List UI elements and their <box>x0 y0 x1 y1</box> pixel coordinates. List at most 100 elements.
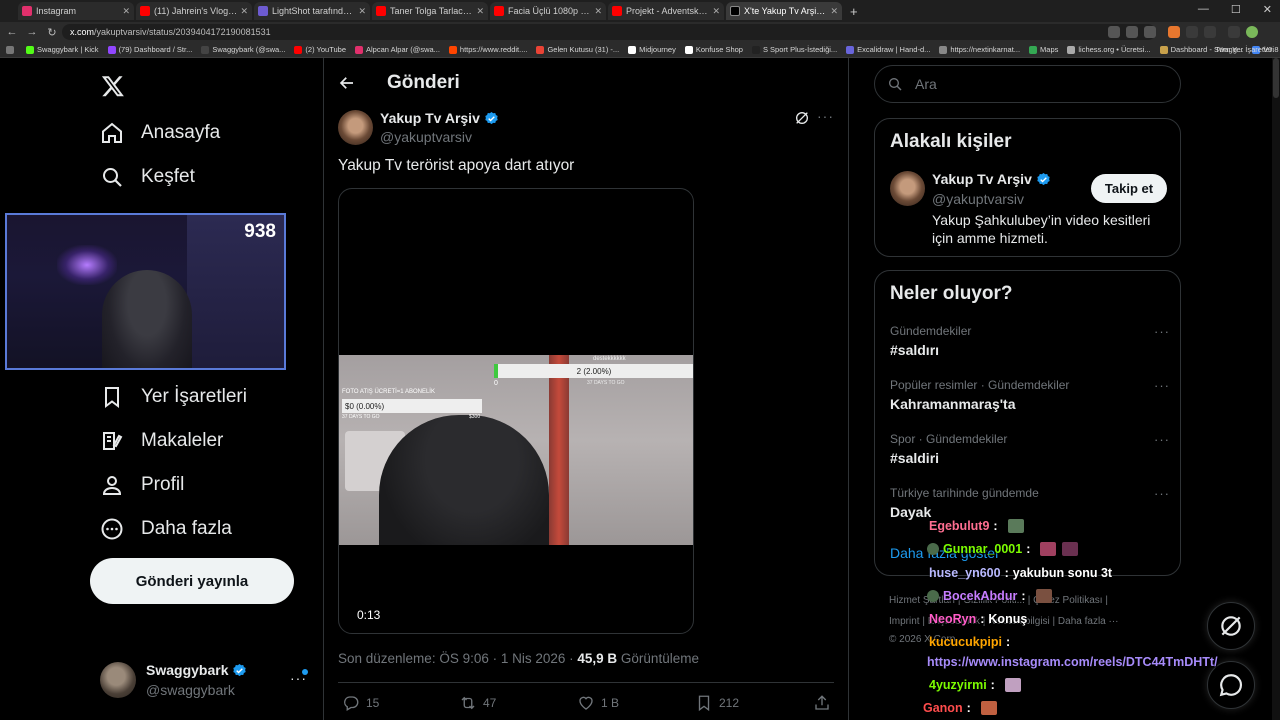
bookmark-apps-icon[interactable] <box>6 45 17 54</box>
nav-articles[interactable]: Makaleler <box>100 429 223 453</box>
install-icon[interactable] <box>1126 26 1138 38</box>
post-button[interactable]: Gönderi yayınla <box>90 558 294 604</box>
window-controls: — ☐ ✕ <box>1198 3 1272 16</box>
back-nav-icon[interactable]: ← <box>4 26 20 38</box>
browser-tab[interactable]: LightShot tarafından Ekran Gör✕ <box>254 2 370 20</box>
trend-item[interactable]: Gündemdekiler #saldırı ··· <box>890 324 1170 358</box>
bookmark-item[interactable]: Alpcan Alpar (@swa... <box>355 45 440 54</box>
url-input[interactable]: x.com/yakuptvarsiv/status/20394041721900… <box>62 24 1156 40</box>
post-more-icon[interactable]: ··· <box>817 108 834 124</box>
bookmark-favicon-icon <box>536 45 545 54</box>
bookmark-item[interactable]: Swaggybark (@swa... <box>201 45 285 54</box>
bookmark-item[interactable]: (2) YouTube <box>294 45 346 54</box>
nav-home[interactable]: Anasayfa <box>100 121 220 145</box>
related-user-handle[interactable]: @yakuptvarsiv <box>932 191 1024 207</box>
chat-username: Egebulut9 <box>929 519 990 533</box>
bookmark-item[interactable]: lichess.org • Ücretsi... <box>1067 45 1151 54</box>
author-handle[interactable]: @yakuptvarsiv <box>380 129 472 145</box>
video-player[interactable]: destekkkkkk 2 (2.00%) 0 37 DAYS TO GO FO… <box>338 188 694 634</box>
like-button[interactable]: 1 B <box>577 694 619 712</box>
profile-avatar-icon[interactable] <box>1246 26 1258 38</box>
bookmark-item[interactable]: Swaggybark | Kick <box>26 45 99 54</box>
nav-more[interactable]: Daha fazla <box>100 517 232 541</box>
maximize-icon[interactable]: ☐ <box>1231 3 1241 16</box>
browser-tab-active[interactable]: X'te Yakup Tv Arşiv: "Yakup Tv t✕ <box>726 2 842 20</box>
grok-icon[interactable] <box>794 110 810 126</box>
trend-more-icon[interactable]: ··· <box>1154 432 1170 447</box>
trend-item[interactable]: Türkiye tarihinde gündemde Dayak ··· <box>890 486 1170 520</box>
share-button[interactable] <box>813 694 837 712</box>
trend-item[interactable]: Spor · Gündemdekiler #saldiri ··· <box>890 432 1170 466</box>
goal-days: 37 DAYS TO GO <box>587 380 625 386</box>
chat-message: kucucukpipi: <box>929 635 1014 649</box>
all-bookmarks-folder[interactable]: Tüm Yer İşaretleri <box>1215 45 1274 54</box>
browser-tab[interactable]: (11) Jahrein's Vlog (Berlin'de İş✕ <box>136 2 252 20</box>
forward-nav-icon[interactable]: → <box>24 26 40 38</box>
bookmark-item[interactable]: https://nextinkarnat... <box>939 45 1020 54</box>
trend-more-icon[interactable]: ··· <box>1154 486 1170 501</box>
close-tab-icon[interactable]: ✕ <box>122 6 130 17</box>
author-name[interactable]: Yakup Tv Arşiv <box>380 110 499 126</box>
browser-tab[interactable]: Instagram ✕ <box>18 2 134 20</box>
related-user-name[interactable]: Yakup Tv Arşiv <box>932 171 1051 187</box>
close-tab-icon[interactable]: ✕ <box>240 6 248 17</box>
nav-explore[interactable]: Keşfet <box>100 165 195 189</box>
bookmark-item[interactable]: https://www.reddit.... <box>448 45 527 54</box>
bookmark-item[interactable]: Konfuse Shop <box>684 45 743 54</box>
sidepanel-icon[interactable] <box>1228 26 1240 38</box>
nav-profile[interactable]: Profil <box>100 473 184 497</box>
bookmark-item[interactable]: Midjourney <box>628 45 676 54</box>
close-tab-icon[interactable]: ✕ <box>358 6 366 17</box>
bookmark-item[interactable]: Excalidraw | Hand-d... <box>846 45 930 54</box>
minimize-icon[interactable]: — <box>1198 3 1209 16</box>
bookmark-item[interactable]: Maps <box>1029 45 1058 54</box>
author-avatar[interactable] <box>890 171 925 206</box>
video-timestamp: 0:13 <box>357 608 381 622</box>
video-curtain <box>549 355 569 545</box>
close-tab-icon[interactable]: ✕ <box>830 6 838 17</box>
scrollbar-thumb[interactable] <box>1273 58 1279 98</box>
bookmark-button[interactable]: 212 <box>695 694 739 712</box>
x-logo-icon[interactable] <box>100 74 126 98</box>
zoom-icon[interactable] <box>1108 26 1120 38</box>
nav-bookmarks[interactable]: Yer İşaretleri <box>100 385 247 409</box>
browser-tab[interactable]: Projekt - Adventskalender | Tür✕ <box>608 2 724 20</box>
chat-separator: : <box>1004 566 1009 580</box>
back-arrow-icon[interactable] <box>338 74 356 92</box>
scrollbar[interactable] <box>1272 58 1280 720</box>
new-tab-button[interactable]: + <box>850 4 858 19</box>
browser-tab-bar: Instagram✕ (11) Jahrein's Vlog (Berlin'd… <box>0 0 1280 22</box>
browser-tab[interactable]: Taner Tolga Tarlacı Kaç Sene Ce✕ <box>372 2 488 20</box>
bookmark-favicon-icon <box>1029 45 1038 54</box>
repost-button[interactable]: 47 <box>459 694 496 712</box>
chat-username: huse_yn600 <box>929 566 1001 580</box>
bookmark-item[interactable]: S Sport Plus-İstediği... <box>751 45 837 54</box>
bookmark-item[interactable]: (79) Dashboard / Str... <box>107 45 192 54</box>
extensions-puzzle-icon[interactable] <box>1204 26 1216 38</box>
browser-tab[interactable]: Facia Üçlü 1080p Full İzle | Yerli✕ <box>490 2 606 20</box>
close-window-icon[interactable]: ✕ <box>1263 3 1272 16</box>
close-tab-icon[interactable]: ✕ <box>594 6 602 17</box>
close-tab-icon[interactable]: ✕ <box>476 6 484 17</box>
bookmark-item[interactable]: Gelen Kutusu (31) -... <box>536 45 619 54</box>
chat-message: https://www.instagram.com/reels/DTC44TmD… <box>927 655 1218 669</box>
follow-button[interactable]: Takip et <box>1091 174 1167 203</box>
reload-icon[interactable]: ↻ <box>44 26 60 39</box>
reply-button[interactable]: 15 <box>342 694 379 712</box>
chat-username: Gunnar_0001 <box>943 542 1023 556</box>
author-avatar[interactable] <box>338 110 373 145</box>
trend-more-icon[interactable]: ··· <box>1154 378 1170 393</box>
video-frame: destekkkkkk 2 (2.00%) 0 37 DAYS TO GO FO… <box>339 355 693 545</box>
star-icon[interactable] <box>1144 26 1156 38</box>
goal-max: $300 <box>469 414 481 420</box>
trend-item[interactable]: Popüler resimler · Gündemdekiler Kahrama… <box>890 378 1170 412</box>
close-tab-icon[interactable]: ✕ <box>712 6 720 17</box>
trend-more-icon[interactable]: ··· <box>1154 324 1170 339</box>
account-name[interactable]: Swaggybark <box>146 662 247 678</box>
bookmark-favicon-icon <box>448 45 457 54</box>
extension-icon[interactable] <box>1186 26 1198 38</box>
search-input[interactable]: Ara <box>874 65 1181 103</box>
grok-button[interactable] <box>1207 602 1255 650</box>
extension-icon[interactable] <box>1168 26 1180 38</box>
avatar[interactable] <box>100 662 136 698</box>
